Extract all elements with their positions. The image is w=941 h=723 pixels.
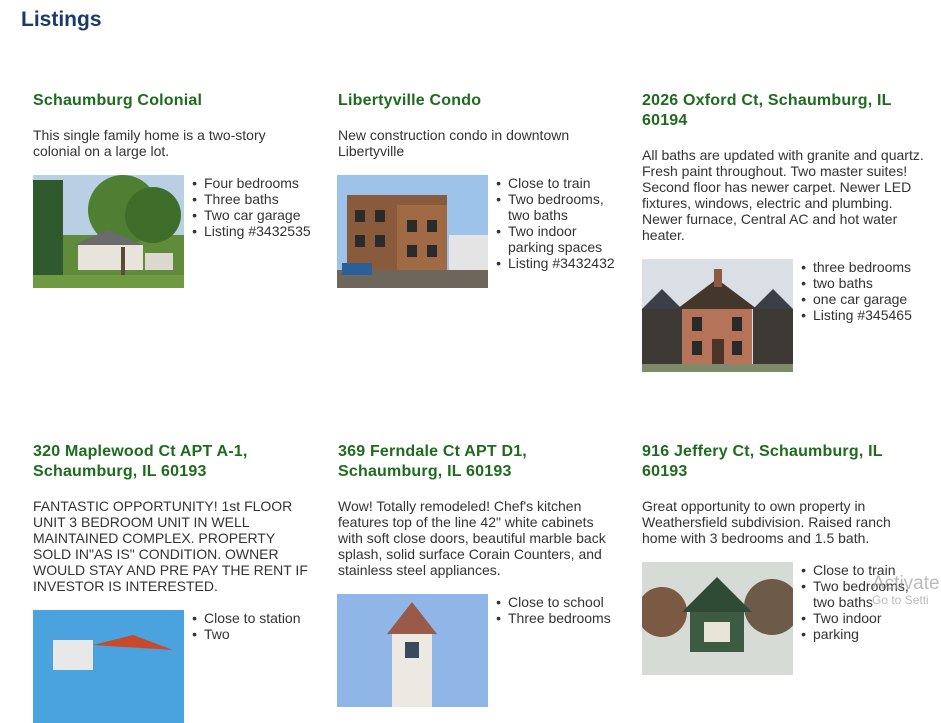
listing-title[interactable]: 320 Maplewood Ct APT A-1, Schaumburg, IL… [33,442,315,482]
feature-item: • two baths [801,275,873,291]
listing-photo[interactable] [642,562,793,675]
listing-title[interactable]: 916 Jeffery Ct, Schaumburg, IL 60193 [642,442,912,482]
feature-item: • parking [801,626,859,642]
feature-item: • Two car garage [192,207,301,223]
listing-card: 369 Ferndale Ct APT D1, Schaumburg, IL 6… [338,442,620,578]
feature-item: • Two indoor [801,610,882,626]
listing-card: 916 Jeffery Ct, Schaumburg, IL 60193 Gre… [642,442,912,546]
feature-item: • Listing #3432535 [192,223,311,239]
listing-description: Great opportunity to own property in Wea… [642,498,891,546]
feature-item: • Close to school [496,594,604,610]
listing-photo[interactable] [337,175,488,288]
listing-title[interactable]: 369 Ferndale Ct APT D1, Schaumburg, IL 6… [338,442,620,482]
feature-item: • three bedrooms [801,259,912,275]
feature-list: • Four bedrooms • Three baths • Two car gar… [184,175,314,239]
feature-item: • Listing #3432432 [496,255,615,271]
feature-item: • Two [192,626,230,642]
listing-photo[interactable] [337,594,488,707]
feature-item: • Four bedrooms [192,175,299,191]
listing-card: Schaumburg Colonial This single family h… [33,91,315,159]
listing-photo[interactable] [33,610,184,723]
feature-list: • Close to school • Three bedrooms [488,594,618,626]
feature-item: • one car garage [801,291,908,307]
listing-photo[interactable] [33,175,184,288]
feature-item: • Close to station [192,610,301,626]
feature-item: • Close to train [496,175,591,191]
listing-card: 2026 Oxford Ct, Schaumburg, IL 60194 All… [642,91,927,243]
listing-description: New construction condo in downtown Liber… [338,127,570,159]
listing-description: All baths are updated with granite and q… [642,147,924,243]
listing-card: Libertyville Condo New construction cond… [338,91,620,159]
feature-item: • Three baths [192,191,279,207]
feature-item: • Listing #345465 [801,307,912,323]
page-title: Listings [21,8,102,31]
feature-list: • Close to train • Two bedrooms, two baths… [488,175,618,271]
listing-photo[interactable] [642,259,793,372]
activation-watermark: Activate Go to Setti [872,573,940,607]
listing-title[interactable]: Libertyville Condo [338,91,620,111]
feature-item: • Two bedrooms, two baths [496,191,604,223]
listing-title[interactable]: 2026 Oxford Ct, Schaumburg, IL 60194 [642,91,927,131]
listing-description: Wow! Totally remodeled! Chef's kitchen f… [338,498,606,578]
listing-title[interactable]: Schaumburg Colonial [33,91,315,111]
listing-description: This single family home is a two-story c… [33,127,266,159]
listing-card: 320 Maplewood Ct APT A-1, Schaumburg, IL… [33,442,315,594]
feature-list: • Close to station • Two [184,610,314,642]
feature-item: • Three bedrooms [496,610,611,626]
feature-item: • Two indoor parking spaces [496,223,603,255]
feature-list: • three bedrooms • two baths • one car gara… [793,259,923,323]
listing-description: FANTASTIC OPPORTUNITY! 1st FLOOR UNIT 3 … [33,498,308,594]
